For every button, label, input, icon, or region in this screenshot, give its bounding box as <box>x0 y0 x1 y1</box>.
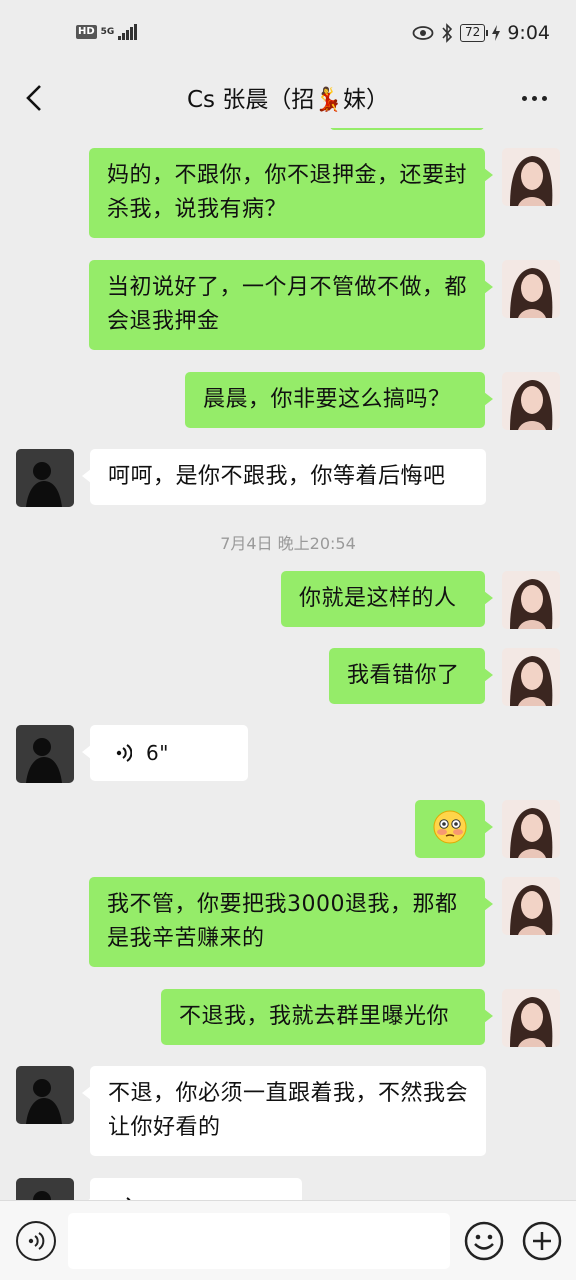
battery-indicator: 72 <box>460 24 489 42</box>
network-type: 5G <box>100 26 115 37</box>
status-left: HD 5G <box>76 24 138 40</box>
contact-avatar[interactable] <box>16 1066 74 1124</box>
status-right: 72 9:04 <box>412 22 550 44</box>
more-dots-icon <box>521 95 527 101</box>
my-message-bubble[interactable]: 你就是这样的人 <box>281 571 493 627</box>
my-avatar[interactable] <box>502 877 560 935</box>
voice-duration: 6" <box>146 741 169 765</box>
flushed-face-icon <box>433 810 467 844</box>
my-avatar[interactable] <box>502 260 560 318</box>
voice-message-bubble[interactable] <box>82 1178 302 1200</box>
my-avatar[interactable] <box>502 372 560 430</box>
chat-title: Cs 张晨（招💃妹） <box>187 87 389 113</box>
my-message-bubble[interactable]: 我看错你了 <box>329 648 493 704</box>
contact-avatar[interactable] <box>16 449 74 507</box>
my-avatar[interactable] <box>502 648 560 706</box>
emoji-icon <box>464 1221 504 1261</box>
message-input[interactable] <box>68 1213 450 1269</box>
voice-message-bubble[interactable]: 6" <box>82 725 248 781</box>
contact-avatar[interactable] <box>16 1178 74 1200</box>
more-functions-button[interactable] <box>522 1221 562 1261</box>
my-message-bubble[interactable]: 妈的，不跟你，你不退押金，还要封杀我，说我有病？ <box>89 148 493 238</box>
clock: 9:04 <box>507 22 550 44</box>
message-list[interactable]: 妈的，不跟你，你不退押金，还要封杀我，说我有病？ 当初说好了，一个月不管做不做，… <box>0 128 576 1200</box>
emoji-button[interactable] <box>464 1221 504 1261</box>
my-avatar[interactable] <box>502 571 560 629</box>
more-button[interactable] <box>516 78 552 118</box>
eye-icon <box>412 26 434 40</box>
voice-wave-icon <box>116 744 132 762</box>
contact-avatar[interactable] <box>16 725 74 783</box>
charging-icon <box>492 25 501 41</box>
emoji-message-bubble[interactable] <box>415 800 493 858</box>
my-message-bubble[interactable]: 晨晨，你非要这么搞吗？ <box>185 372 493 428</box>
signal-icon <box>118 24 138 40</box>
time-divider: 7月4日 晚上20:54 <box>220 534 356 553</box>
bluetooth-icon <box>442 23 453 43</box>
my-avatar[interactable] <box>502 989 560 1047</box>
voice-input-button[interactable] <box>16 1221 56 1261</box>
my-message-bubble[interactable]: 不退我，我就去群里曝光你 <box>161 989 493 1045</box>
status-bar: HD 5G 72 9:04 <box>0 0 576 68</box>
hd-badge: HD <box>76 25 97 39</box>
input-bar <box>0 1200 576 1280</box>
my-avatar[interactable] <box>502 148 560 206</box>
chat-header: Cs 张晨（招💃妹） <box>0 68 576 128</box>
contact-message-bubble[interactable]: 呵呵，是你不跟我，你等着后悔吧 <box>82 449 486 505</box>
my-message-bubble[interactable]: 我不管，你要把我3000退我，那都是我辛苦赚来的 <box>89 877 493 967</box>
my-avatar[interactable] <box>502 800 560 858</box>
contact-message-bubble[interactable]: 不退，你必须一直跟着我，不然我会让你好看的 <box>82 1066 486 1156</box>
my-message-bubble[interactable]: 当初说好了，一个月不管做不做，都会退我押金 <box>89 260 493 350</box>
voice-icon <box>28 1232 45 1250</box>
plus-icon <box>522 1221 562 1261</box>
previous-message-bubble <box>330 128 484 130</box>
